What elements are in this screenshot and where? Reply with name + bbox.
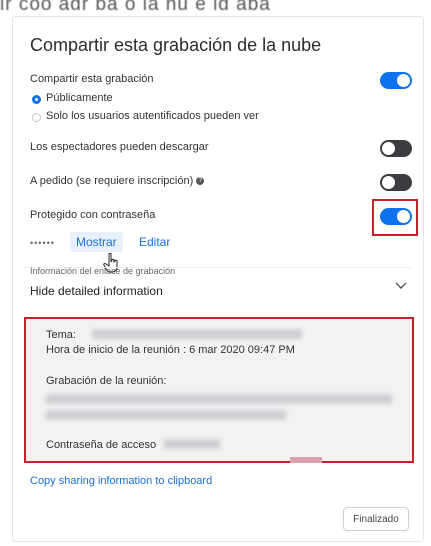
radio-public[interactable] xyxy=(32,95,41,104)
resize-marker xyxy=(290,457,322,463)
help-icon[interactable]: ? xyxy=(196,177,205,186)
share-recording-dialog: Compartir esta grabación de la nube Comp… xyxy=(12,16,424,542)
cropped-top-text: ir coo agr ba o ia nu e ig aba xyxy=(0,0,431,10)
topic-label: Tema: xyxy=(46,329,76,341)
radio-authenticated[interactable] xyxy=(32,113,41,122)
redacted-recording-url-2 xyxy=(46,410,286,420)
dialog-title: Compartir esta grabación de la nube xyxy=(30,35,322,55)
show-password-button[interactable]: Mostrar xyxy=(70,232,123,252)
redacted-password xyxy=(164,439,220,449)
radio-public-label: Públicamente xyxy=(46,92,113,104)
recording-info-box: Tema: Hora de inicio de la reunión : 6 m… xyxy=(24,317,414,463)
on-demand-label: A pedido (se requiere inscripción) ? xyxy=(30,175,205,187)
redacted-topic xyxy=(92,329,302,339)
radio-authenticated-label: Solo los usuarios autentificados pueden … xyxy=(46,110,259,122)
link-info-label: Información del enlace de grabación xyxy=(30,266,176,276)
share-recording-toggle[interactable] xyxy=(380,72,412,89)
on-demand-toggle[interactable] xyxy=(380,174,412,191)
share-recording-label: Compartir esta grabación xyxy=(30,73,154,85)
redacted-recording-url xyxy=(46,394,392,404)
download-label: Los espectadores pueden descargar xyxy=(30,141,209,153)
access-password-label: Contraseña de acceso xyxy=(46,439,157,451)
done-button[interactable]: Finalizado xyxy=(343,507,409,531)
password-protected-toggle[interactable] xyxy=(380,208,412,225)
start-time: Hora de inicio de la reunión : 6 mar 202… xyxy=(46,344,295,356)
copy-sharing-info-link[interactable]: Copy sharing information to clipboard xyxy=(30,475,212,487)
hide-details-toggle[interactable]: Hide detailed information xyxy=(30,284,163,298)
edit-password-link[interactable]: Editar xyxy=(139,235,170,249)
chevron-down-icon[interactable] xyxy=(394,281,408,291)
password-mask: •••••• xyxy=(30,238,55,248)
download-toggle[interactable] xyxy=(380,140,412,157)
password-protected-label: Protegido con contraseña xyxy=(30,209,156,221)
on-demand-label-text: A pedido (se requiere inscripción) xyxy=(30,175,194,187)
recording-label: Grabación de la reunión: xyxy=(46,375,167,387)
